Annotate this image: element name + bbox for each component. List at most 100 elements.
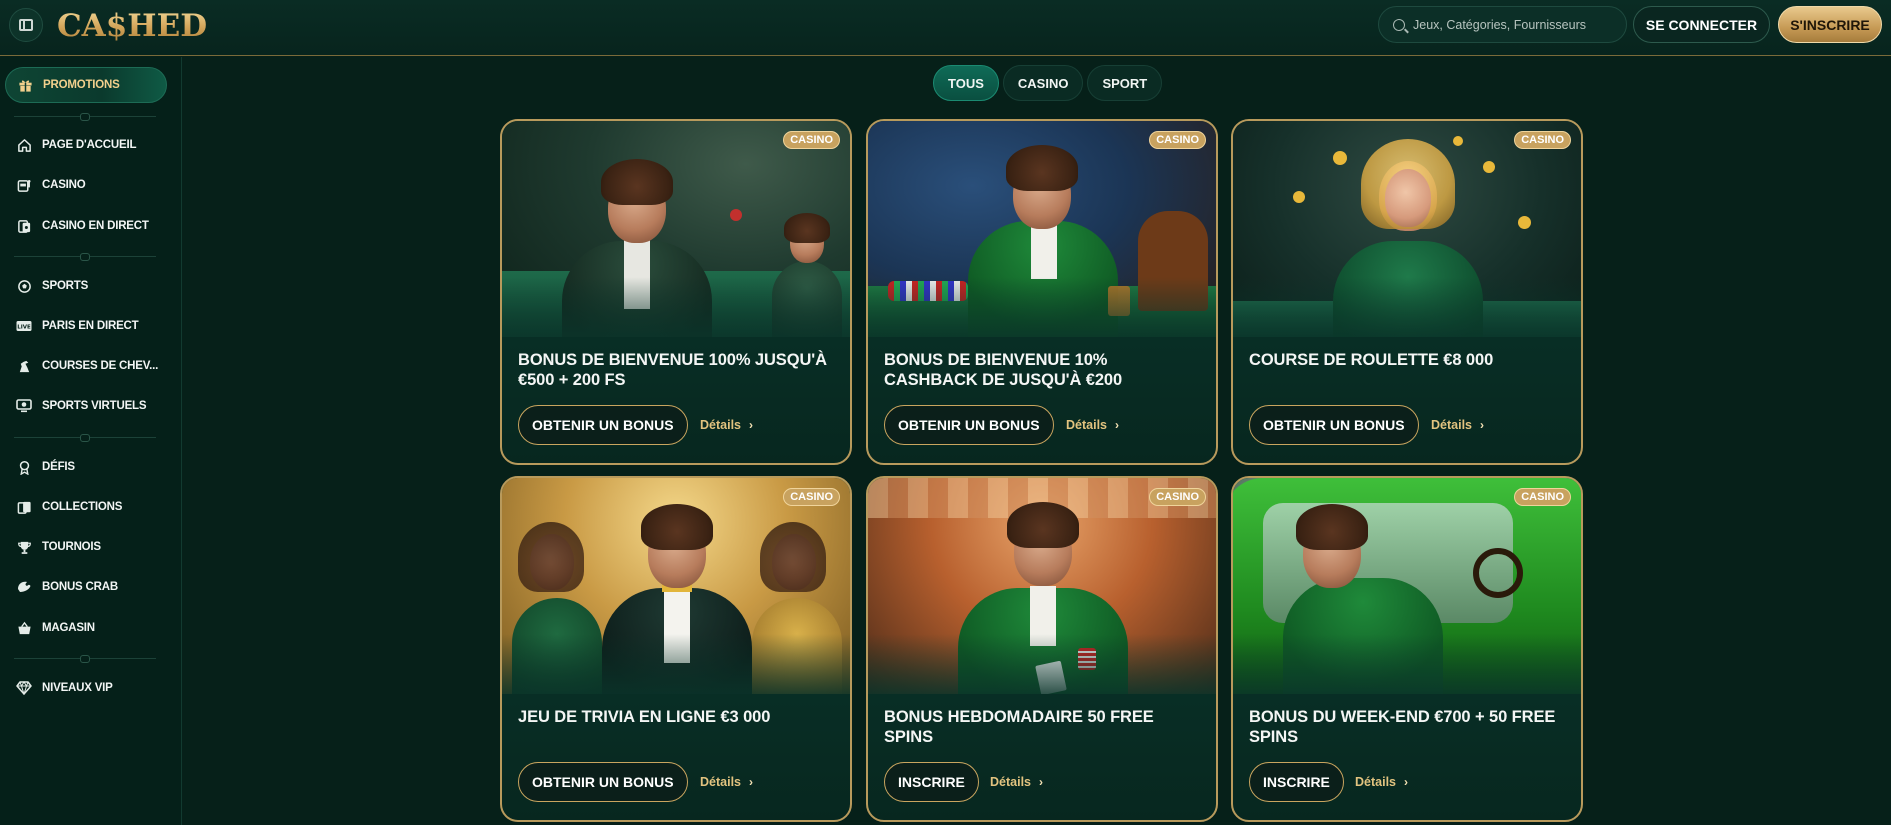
soccer-ball-icon — [16, 278, 32, 294]
signup-button[interactable]: S'INSCRIRE — [1778, 6, 1882, 43]
diamond-icon — [16, 680, 32, 696]
promo-card-title: BONUS DU WEEK-END €700 + 50 FREE SPINS — [1249, 708, 1556, 746]
promo-card[interactable]: CASINO BONUS DE BIENVENUE 100% JUSQU'À €… — [500, 119, 852, 465]
sidebar-item-label: SPORTS VIRTUELS — [42, 400, 147, 412]
sidebar-divider — [14, 253, 156, 261]
sidebar-item-tournaments[interactable]: TOURNOIS — [0, 532, 182, 562]
promo-card[interactable]: CASINO BONUS DE BIENVENUE 10% CASHBACK D… — [866, 119, 1218, 465]
tab-all[interactable]: TOUS — [933, 65, 999, 101]
register-button[interactable]: INSCRIRE — [1249, 762, 1344, 802]
details-link[interactable]: Détails › — [700, 774, 753, 790]
get-bonus-button[interactable]: OBTENIR UN BONUS — [518, 405, 688, 445]
details-label: Détails — [990, 775, 1031, 789]
sidebar: PROMOTIONS PAGE D'ACCUEIL CASINO CASINO … — [0, 57, 182, 825]
sidebar-item-promotions[interactable]: PROMOTIONS — [5, 67, 167, 103]
chevron-right-icon: › — [1404, 775, 1408, 789]
sidebar-item-label: PARIS EN DIRECT — [42, 320, 139, 332]
promo-card-image — [1233, 121, 1581, 337]
sidebar-item-challenges[interactable]: DÉFIS — [0, 452, 182, 482]
promo-card-image — [502, 121, 850, 337]
sidebar-item-label: MAGASIN — [42, 622, 95, 634]
search-box[interactable] — [1378, 6, 1627, 43]
promo-card-title: BONUS DE BIENVENUE 10% CASHBACK DE JUSQU… — [884, 351, 1123, 389]
promo-card-image — [1233, 478, 1581, 694]
sidebar-item-label: BONUS CRAB — [42, 581, 118, 593]
svg-text:LIVE: LIVE — [17, 325, 31, 331]
search-input[interactable] — [1413, 17, 1613, 32]
slot-machine-icon — [16, 177, 32, 193]
details-link[interactable]: Détails › — [1355, 774, 1408, 790]
details-label: Détails — [700, 418, 741, 432]
tab-casino[interactable]: CASINO — [1002, 65, 1084, 101]
gift-icon — [17, 77, 33, 93]
search-icon — [1393, 18, 1405, 31]
sidebar-item-casino[interactable]: CASINO — [0, 170, 182, 200]
sidebar-item-vip-levels[interactable]: NIVEAUX VIP — [0, 673, 182, 703]
get-bonus-button[interactable]: OBTENIR UN BONUS — [1249, 405, 1419, 445]
trophy-icon — [16, 539, 32, 555]
sidebar-item-label: DÉFIS — [42, 461, 75, 473]
sidebar-item-label: COURSES DE CHEV... — [42, 360, 159, 372]
promo-card[interactable]: CASINO JEU DE TRIVIA EN LIGNE €3 000 OBT… — [500, 476, 852, 822]
sidebar-item-label: NIVEAUX VIP — [42, 682, 113, 694]
promo-card-title: BONUS DE BIENVENUE 100% JUSQU'À €500 + 2… — [518, 351, 827, 389]
sidebar-divider — [14, 434, 156, 442]
sidebar-divider — [14, 113, 156, 121]
promo-card[interactable]: CASINO COURSE DE ROULETTE €8 000 OBTENIR… — [1231, 119, 1583, 465]
sidebar-item-label: PAGE D'ACCUEIL — [42, 139, 137, 151]
horse-icon — [16, 358, 32, 374]
category-badge: CASINO — [1149, 131, 1206, 149]
sidebar-item-home[interactable]: PAGE D'ACCUEIL — [0, 130, 182, 160]
home-icon — [16, 137, 32, 153]
sidebar-item-label: CASINO EN DIRECT — [42, 220, 149, 232]
get-bonus-button[interactable]: OBTENIR UN BONUS — [518, 762, 688, 802]
live-badge-icon: LIVE — [16, 318, 32, 334]
sidebar-item-sports[interactable]: SPORTS — [0, 271, 182, 301]
details-link[interactable]: Détails › — [1431, 417, 1484, 433]
category-badge: CASINO — [783, 488, 840, 506]
details-link[interactable]: Détails › — [990, 774, 1043, 790]
details-label: Détails — [1431, 418, 1472, 432]
sidebar-divider — [14, 655, 156, 663]
login-button[interactable]: SE CONNECTER — [1633, 6, 1770, 43]
medal-icon — [16, 459, 32, 475]
sidebar-item-live-betting[interactable]: LIVE PARIS EN DIRECT — [0, 311, 182, 341]
sidebar-item-label: CASINO — [42, 179, 86, 191]
details-label: Détails — [1066, 418, 1107, 432]
get-bonus-button[interactable]: OBTENIR UN BONUS — [884, 405, 1054, 445]
promo-card-image — [502, 478, 850, 694]
sidebar-item-label: SPORTS — [42, 280, 89, 292]
chevron-right-icon: › — [1115, 418, 1119, 432]
chevron-right-icon: › — [749, 775, 753, 789]
promo-card[interactable]: CASINO BONUS DU WEEK-END €700 + 50 FREE … — [1231, 476, 1583, 822]
sidebar-item-collections[interactable]: COLLECTIONS — [0, 492, 182, 522]
details-label: Détails — [1355, 775, 1396, 789]
promo-card-image — [868, 121, 1216, 337]
sidebar-item-shop[interactable]: MAGASIN — [0, 613, 182, 643]
chevron-right-icon: › — [749, 418, 753, 432]
details-link[interactable]: Détails › — [1066, 417, 1119, 433]
sidebar-item-virtual-sports[interactable]: SPORTS VIRTUELS — [0, 391, 182, 421]
register-button[interactable]: INSCRIRE — [884, 762, 979, 802]
promo-card[interactable]: CASINO BONUS HEBDOMADAIRE 50 FREE SPINS … — [866, 476, 1218, 822]
details-link[interactable]: Détails › — [700, 417, 753, 433]
sidebar-item-horse-racing[interactable]: COURSES DE CHEV... — [0, 351, 182, 381]
promo-filter-tabs: TOUS CASINO SPORT — [933, 65, 1163, 101]
category-badge: CASINO — [783, 131, 840, 149]
sidebar-item-bonus-crab[interactable]: BONUS CRAB — [0, 572, 182, 602]
cashed-logo[interactable]: CA$HED — [57, 6, 207, 46]
promo-card-title: BONUS HEBDOMADAIRE 50 FREE SPINS — [884, 708, 1154, 746]
sidebar-item-label: TOURNOIS — [42, 541, 101, 553]
category-badge: CASINO — [1514, 131, 1571, 149]
chevron-right-icon: › — [1480, 418, 1484, 432]
promo-card-title: JEU DE TRIVIA EN LIGNE €3 000 — [518, 708, 771, 726]
live-casino-icon — [16, 218, 32, 234]
crab-claw-icon — [16, 579, 32, 595]
tab-sport[interactable]: SPORT — [1087, 65, 1163, 101]
chevron-right-icon: › — [1039, 775, 1043, 789]
basket-icon — [16, 620, 32, 636]
sidebar-toggle-button[interactable] — [9, 8, 43, 42]
sidebar-item-live-casino[interactable]: CASINO EN DIRECT — [0, 211, 182, 241]
category-badge: CASINO — [1514, 488, 1571, 506]
sidebar-item-label: PROMOTIONS — [43, 79, 120, 91]
